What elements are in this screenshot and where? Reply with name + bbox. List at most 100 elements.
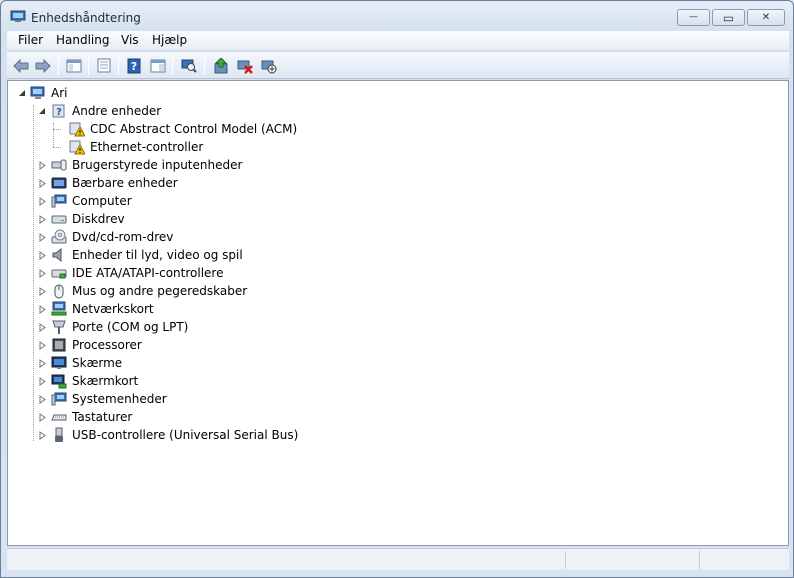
maximize-button[interactable]: ▭ <box>712 9 745 26</box>
network-adapter-icon <box>51 301 67 316</box>
uninstall-icon <box>237 60 253 74</box>
ide-controller-icon <box>51 269 67 279</box>
hid-icon <box>51 159 67 171</box>
tree-node-category[interactable]: IDE ATA/ATAPI-controllere <box>38 264 225 282</box>
status-divider <box>699 551 700 569</box>
toolbar-separator <box>88 56 89 75</box>
tree-label: Ari <box>51 86 68 100</box>
warning-device-icon <box>69 140 85 155</box>
maximize-icon: ▭ <box>722 10 735 25</box>
properties-button[interactable] <box>94 56 114 75</box>
collapse-arrow-icon[interactable] <box>38 107 47 116</box>
tree-node-category[interactable]: Enheder til lyd, video og spil <box>38 246 245 264</box>
action-pane-icon <box>150 59 166 72</box>
tree-node-category[interactable]: Brugerstyrede inputenheder <box>38 156 244 174</box>
expand-arrow-icon[interactable] <box>38 251 47 260</box>
tree-label: Porte (COM og LPT) <box>72 320 189 334</box>
tree-node-category[interactable]: Dvd/cd-rom-drev <box>38 228 175 246</box>
expand-arrow-icon[interactable] <box>38 215 47 224</box>
expand-arrow-icon[interactable] <box>38 179 47 188</box>
disable-device-button[interactable] <box>259 56 279 75</box>
back-button[interactable] <box>11 56 31 75</box>
device-tree[interactable]: Ari ? Andre enheder CDC Abstract Control… <box>7 80 789 546</box>
portable-device-icon <box>51 177 67 189</box>
minimize-button[interactable]: — <box>677 9 710 26</box>
tree-node-cdc-acm[interactable]: CDC Abstract Control Model (ACM) <box>69 120 299 138</box>
svg-text:?: ? <box>131 60 137 73</box>
disk-drive-icon <box>51 215 67 224</box>
menu-filer[interactable]: Filer <box>15 33 46 47</box>
tree-node-category[interactable]: Skærme <box>38 354 124 372</box>
toolbar-separator <box>172 56 173 75</box>
action-pane-button[interactable] <box>148 56 168 75</box>
tree-connector <box>53 129 61 130</box>
unknown-device-icon: ? <box>52 104 65 118</box>
minimize-icon: — <box>689 12 698 22</box>
tree-node-category[interactable]: Skærmkort <box>38 372 140 390</box>
tree-connector <box>33 105 34 441</box>
uninstall-button[interactable] <box>235 56 255 75</box>
tree-node-category[interactable]: USB-controllere (Universal Serial Bus) <box>38 426 300 444</box>
tree-node-category[interactable]: Mus og andre pegeredskaber <box>38 282 249 300</box>
tree-node-category[interactable]: Computer <box>38 192 134 210</box>
disable-device-icon <box>261 60 277 73</box>
tree-label: Brugerstyrede inputenheder <box>72 158 243 172</box>
forward-button[interactable] <box>33 56 53 75</box>
expand-arrow-icon[interactable] <box>38 197 47 206</box>
tree-label: Netværkskort <box>72 302 154 316</box>
back-icon <box>13 58 29 73</box>
close-button[interactable]: ✕ <box>747 9 785 26</box>
help-button[interactable]: ? <box>124 56 144 75</box>
expand-arrow-icon[interactable] <box>38 323 47 332</box>
mouse-icon <box>54 284 64 299</box>
status-bar <box>7 548 789 570</box>
tree-label: Systemenheder <box>72 392 167 406</box>
menu-hjaelp[interactable]: Hjælp <box>149 33 190 47</box>
monitor-icon <box>51 356 67 369</box>
expand-arrow-icon[interactable] <box>38 377 47 386</box>
forward-icon <box>35 58 51 73</box>
expand-arrow-icon[interactable] <box>38 287 47 296</box>
tree-label: Andre enheder <box>72 104 162 118</box>
menu-vis[interactable]: Vis <box>118 33 142 47</box>
update-driver-button[interactable] <box>211 56 231 75</box>
warning-device-icon <box>69 122 85 137</box>
tree-node-andre-enheder[interactable]: ? Andre enheder <box>38 102 163 120</box>
expand-arrow-icon[interactable] <box>38 341 47 350</box>
window-title: Enhedshåndtering <box>31 11 141 25</box>
computer-icon <box>51 194 67 208</box>
tree-node-category[interactable]: Netværkskort <box>38 300 156 318</box>
tree-label: Dvd/cd-rom-drev <box>72 230 174 244</box>
tree-connector <box>53 147 61 148</box>
tree-node-category[interactable]: Tastaturer <box>38 408 134 426</box>
expand-arrow-icon[interactable] <box>38 161 47 170</box>
tree-node-category[interactable]: Diskdrev <box>38 210 127 228</box>
expand-arrow-icon[interactable] <box>38 269 47 278</box>
close-icon: ✕ <box>761 11 771 23</box>
tree-node-category[interactable]: Porte (COM og LPT) <box>38 318 190 336</box>
computer-icon <box>30 86 45 99</box>
title-bar[interactable]: Enhedshåndtering — ▭ ✕ <box>1 1 793 31</box>
tree-label: Computer <box>72 194 132 208</box>
expand-arrow-icon[interactable] <box>38 431 47 440</box>
svg-text:?: ? <box>56 107 62 118</box>
display-adapter-icon <box>51 374 67 389</box>
expand-arrow-icon[interactable] <box>38 413 47 422</box>
menu-handling[interactable]: Handling <box>53 33 113 47</box>
tree-node-category[interactable]: Systemenheder <box>38 390 169 408</box>
expand-arrow-icon[interactable] <box>38 359 47 368</box>
properties-icon <box>97 58 111 73</box>
expand-arrow-icon[interactable] <box>38 305 47 314</box>
menu-bar: Filer Handling Vis Hjælp <box>7 31 789 51</box>
tree-node-category[interactable]: Bærbare enheder <box>38 174 180 192</box>
tree-node-category[interactable]: Processorer <box>38 336 144 354</box>
expand-arrow-icon[interactable] <box>38 233 47 242</box>
tree-node-root[interactable]: Ari <box>18 84 69 102</box>
collapse-arrow-icon[interactable] <box>18 89 27 98</box>
caption-buttons: — ▭ ✕ <box>677 9 785 26</box>
show-hide-tree-button[interactable] <box>64 56 84 75</box>
scan-hardware-button[interactable] <box>179 56 199 75</box>
expand-arrow-icon[interactable] <box>38 395 47 404</box>
tree-node-ethernet-controller[interactable]: Ethernet-controller <box>69 138 205 156</box>
update-driver-icon <box>214 57 228 73</box>
